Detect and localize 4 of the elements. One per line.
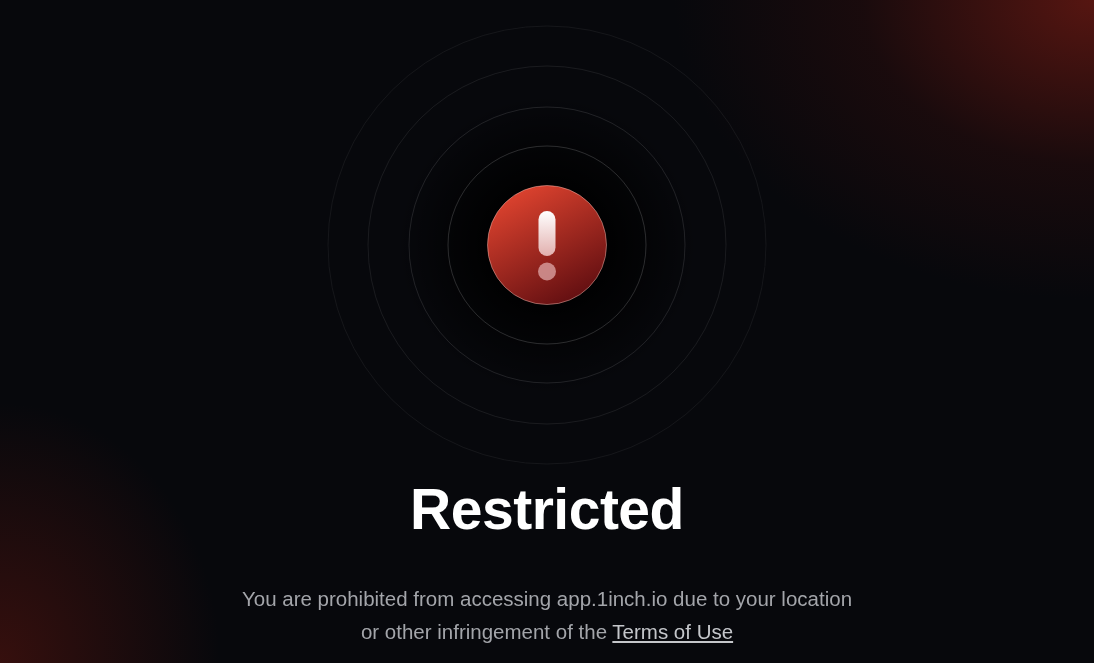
page-heading: Restricted — [410, 476, 684, 543]
restriction-message: You are prohibited from accessing app.1inch.io due to your location or other infringement of the Terms of Use — [241, 586, 853, 645]
terms-of-use-link[interactable]: Terms of Use — [612, 620, 734, 643]
exclamation-icon — [487, 185, 607, 305]
